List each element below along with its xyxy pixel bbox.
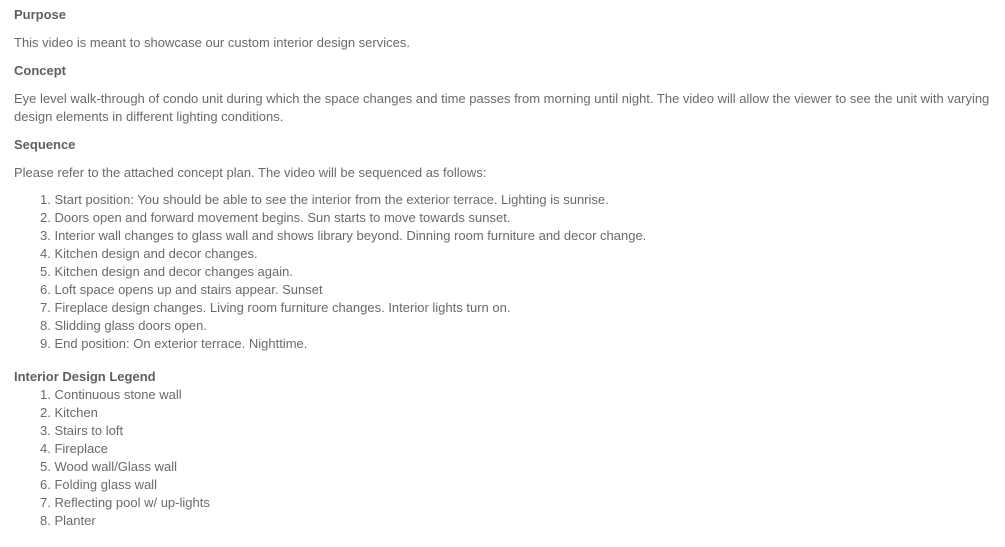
sequence-item: 2. Doors open and forward movement begin… — [40, 209, 646, 227]
item-number: 4. — [40, 441, 51, 456]
item-number: 1. — [40, 387, 51, 402]
sequence-intro: Please refer to the attached concept pla… — [14, 165, 487, 180]
sequence-item: 4. Kitchen design and decor changes. — [40, 245, 646, 263]
legend-item: 8. Planter — [40, 512, 210, 530]
sequence-item: 6. Loft space opens up and stairs appear… — [40, 281, 646, 299]
legend-item: 5. Wood wall/Glass wall — [40, 458, 210, 476]
item-text: Planter — [54, 513, 96, 528]
item-text: Wood wall/Glass wall — [54, 459, 178, 474]
concept-text: Eye level walk-through of condo unit dur… — [14, 91, 990, 124]
item-number: 1. — [40, 192, 51, 207]
legend-item: 1. Continuous stone wall — [40, 386, 210, 404]
concept-heading: Concept — [14, 63, 66, 78]
item-number: 6. — [40, 477, 51, 492]
item-text: Start position: You should be able to se… — [54, 192, 609, 207]
item-number: 4. — [40, 246, 51, 261]
item-text: Fireplace — [54, 441, 108, 456]
sequence-item: 7. Fireplace design changes. Living room… — [40, 299, 646, 317]
item-number: 9. — [40, 336, 51, 351]
sequence-item: 3. Interior wall changes to glass wall a… — [40, 227, 646, 245]
item-number: 2. — [40, 405, 51, 420]
sequence-item: 9. End position: On exterior terrace. Ni… — [40, 335, 646, 353]
item-text: End position: On exterior terrace. Night… — [54, 336, 308, 351]
item-text: Interior wall changes to glass wall and … — [54, 228, 647, 243]
item-number: 8. — [40, 513, 51, 528]
item-text: Folding glass wall — [54, 477, 158, 492]
legend-list: 1. Continuous stone wall 2. Kitchen 3. S… — [40, 386, 210, 530]
item-text: Continuous stone wall — [54, 387, 182, 402]
legend-heading: Interior Design Legend — [14, 369, 156, 384]
sequence-list: 1. Start position: You should be able to… — [40, 191, 646, 353]
item-text: Doors open and forward movement begins. … — [54, 210, 511, 225]
purpose-text: This video is meant to showcase our cust… — [14, 35, 410, 50]
item-text: Fireplace design changes. Living room fu… — [54, 300, 511, 315]
item-text: Reflecting pool w/ up-lights — [54, 495, 210, 510]
item-number: 3. — [40, 423, 51, 438]
sequence-item: 5. Kitchen design and decor changes agai… — [40, 263, 646, 281]
item-number: 3. — [40, 228, 51, 243]
legend-item: 6. Folding glass wall — [40, 476, 210, 494]
item-number: 5. — [40, 264, 51, 279]
legend-item: 7. Reflecting pool w/ up-lights — [40, 494, 210, 512]
legend-item: 2. Kitchen — [40, 404, 210, 422]
item-number: 2. — [40, 210, 51, 225]
item-number: 7. — [40, 495, 51, 510]
item-text: Loft space opens up and stairs appear. S… — [54, 282, 323, 297]
sequence-item: 1. Start position: You should be able to… — [40, 191, 646, 209]
sequence-heading: Sequence — [14, 137, 76, 152]
legend-item: 3. Stairs to loft — [40, 422, 210, 440]
item-text: Kitchen — [54, 405, 98, 420]
item-text: Kitchen design and decor changes again. — [54, 264, 293, 279]
legend-item: 4. Fireplace — [40, 440, 210, 458]
item-number: 7. — [40, 300, 51, 315]
item-number: 8. — [40, 318, 51, 333]
item-text: Kitchen design and decor changes. — [54, 246, 258, 261]
item-text: Stairs to loft — [54, 423, 124, 438]
purpose-heading: Purpose — [14, 7, 67, 22]
item-text: Slidding glass doors open. — [54, 318, 207, 333]
sequence-item: 8. Slidding glass doors open. — [40, 317, 646, 335]
item-number: 5. — [40, 459, 51, 474]
item-number: 6. — [40, 282, 51, 297]
